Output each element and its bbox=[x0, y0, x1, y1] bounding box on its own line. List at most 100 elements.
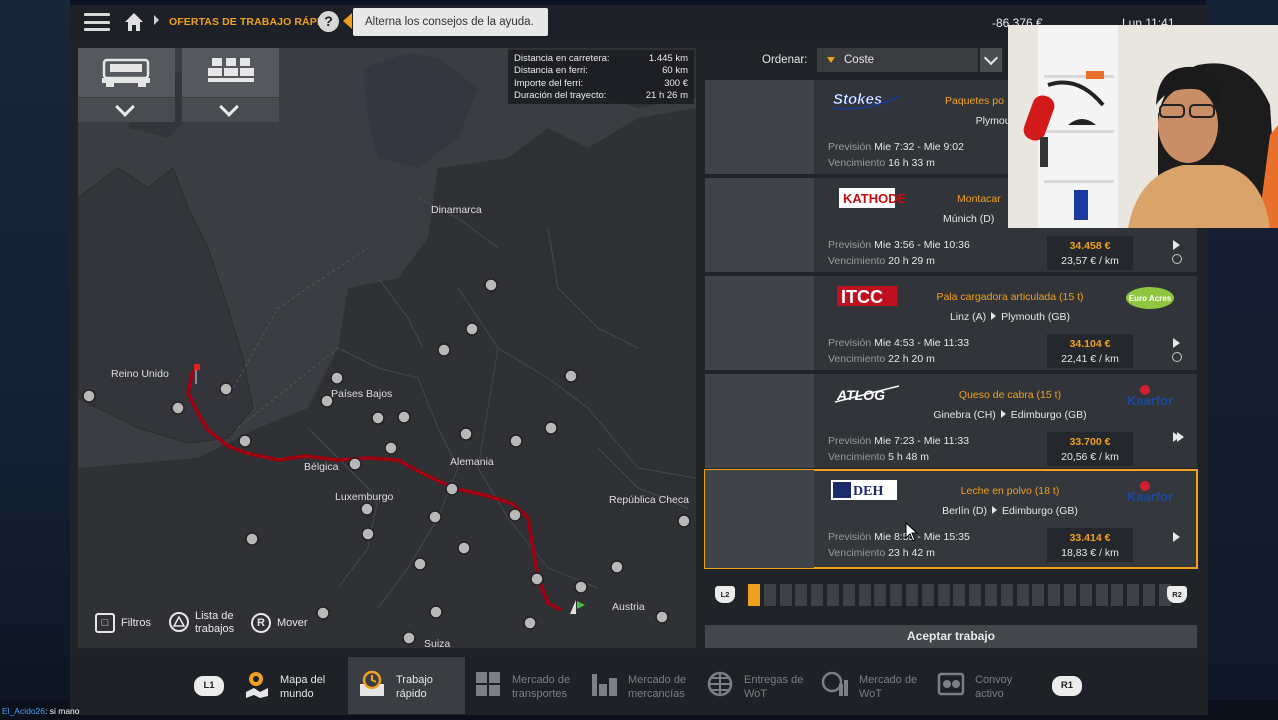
forecast-value: Mie 3:56 - Mie 10:36 bbox=[874, 239, 970, 251]
pager-segment[interactable] bbox=[1127, 584, 1140, 606]
sort-dropdown-chevron-icon[interactable] bbox=[980, 48, 1002, 72]
job-offer-selected[interactable]: DEH Leche en polvo (18 t) Berlín (D) Edim… bbox=[704, 469, 1198, 569]
breadcrumb-arrow-icon bbox=[154, 15, 159, 25]
pager-segment[interactable] bbox=[1032, 584, 1045, 606]
chevron-down-icon bbox=[115, 97, 135, 117]
nav-next-key[interactable]: R1 bbox=[1052, 676, 1082, 696]
pager-segment[interactable] bbox=[842, 584, 855, 606]
convoy-icon bbox=[937, 672, 965, 696]
pager-segment[interactable] bbox=[1111, 584, 1124, 606]
job-offer[interactable]: ATLOG Queso de cabra (15 t) Ginebra (CH)… bbox=[705, 374, 1197, 468]
nav-wot-market[interactable]: Mercado de WoT bbox=[821, 657, 931, 714]
pager-segment[interactable] bbox=[748, 584, 760, 606]
pager-segment[interactable] bbox=[1064, 584, 1076, 606]
route-info-value: 60 km bbox=[662, 65, 688, 77]
job-forecast: Previsión Mie 4:53 - Mie 11:33 bbox=[828, 337, 969, 349]
nav-label-line1: Trabajo bbox=[396, 674, 433, 686]
svg-text:DEH: DEH bbox=[853, 484, 883, 499]
pager-segment[interactable] bbox=[953, 584, 966, 606]
pager-prev-button[interactable]: L2 bbox=[715, 586, 735, 603]
pager-segment[interactable] bbox=[858, 584, 871, 606]
map-label-suiza: Suiza bbox=[424, 638, 451, 648]
filters-label[interactable]: Filtros bbox=[121, 617, 151, 629]
job-expiry: Vencimiento 5 h 48 m bbox=[828, 451, 929, 463]
nav-prev-key[interactable]: L1 bbox=[194, 676, 224, 696]
company-logo-kaarfor: Kaarfor bbox=[1127, 385, 1173, 408]
hamburger-menu-icon[interactable] bbox=[84, 10, 110, 34]
trailer-view-button[interactable] bbox=[182, 48, 279, 122]
trailer-icon bbox=[208, 58, 254, 82]
play-icon[interactable] bbox=[1173, 532, 1180, 542]
job-forecast: Previsión Mie 3:56 - Mie 10:36 bbox=[828, 239, 970, 251]
help-button[interactable]: ? bbox=[318, 11, 339, 32]
job-expiry: Vencimiento 16 h 33 m bbox=[828, 157, 935, 169]
pager-segment[interactable] bbox=[906, 584, 918, 606]
home-icon[interactable] bbox=[122, 10, 146, 34]
nav-label-line2: rápido bbox=[396, 688, 427, 700]
job-route: Linz (A) Plymouth (GB) bbox=[905, 311, 1115, 323]
truck-view-dropdown[interactable] bbox=[78, 97, 175, 122]
cargo-thumbnail bbox=[705, 80, 814, 174]
pager-next-button[interactable]: R2 bbox=[1167, 586, 1187, 603]
nav-freight-market[interactable]: Mercado de transportes bbox=[474, 657, 584, 714]
pager-segment[interactable] bbox=[985, 584, 997, 606]
job-cargo: Paquetes po bbox=[945, 95, 1004, 107]
play-icon[interactable] bbox=[1173, 240, 1180, 250]
pager-segment[interactable] bbox=[763, 584, 776, 606]
play-icon[interactable] bbox=[1173, 338, 1180, 348]
pager-segment[interactable] bbox=[890, 584, 903, 606]
expiry-value: 16 h 33 m bbox=[888, 157, 935, 169]
nav-world-map[interactable]: Mapa del mundo bbox=[242, 657, 342, 714]
job-list-triangle-icon[interactable] bbox=[169, 612, 189, 632]
job-price-per-km: 20,56 € / km bbox=[1061, 451, 1119, 463]
pager-segment[interactable] bbox=[874, 584, 887, 606]
pager-segment[interactable] bbox=[1016, 584, 1029, 606]
nav-label-line1: Mercado de bbox=[512, 674, 571, 686]
job-list-label[interactable]: Lista de trabajos bbox=[195, 610, 234, 636]
map-label-luxemburgo: Luxemburgo bbox=[335, 491, 394, 503]
pager-segment[interactable] bbox=[1048, 584, 1061, 606]
help-tooltip: Alterna los consejos de la ayuda. bbox=[353, 8, 548, 36]
stream-chat-message: El_Acido26: si mano bbox=[2, 706, 80, 716]
job-expiry: Vencimiento 22 h 20 m bbox=[828, 353, 935, 365]
forecast-label: Previsión bbox=[828, 531, 872, 543]
expiry-value: 5 h 48 m bbox=[888, 451, 929, 463]
nav-label-line2: WoT bbox=[744, 688, 768, 700]
pager-segment[interactable] bbox=[827, 584, 839, 606]
route-info-value: 300 € bbox=[664, 77, 688, 89]
sort-select[interactable]: Coste bbox=[817, 48, 978, 72]
move-button-icon[interactable]: R bbox=[251, 613, 271, 633]
job-to: Edimburgo (GB) bbox=[1010, 409, 1087, 421]
pager-segment[interactable] bbox=[937, 584, 950, 606]
job-from: Múnich (D) bbox=[943, 213, 995, 225]
pager-segment[interactable] bbox=[811, 584, 824, 606]
pager-segment[interactable] bbox=[779, 584, 792, 606]
pager-segment[interactable] bbox=[1000, 584, 1013, 606]
pager-segment[interactable] bbox=[921, 584, 934, 606]
nav-active-convoy[interactable]: Convoy activo bbox=[937, 657, 1037, 714]
company-logo-kathode: KATHODE bbox=[839, 188, 905, 208]
map-label-republica-checa: República Checa bbox=[609, 494, 689, 506]
job-offer[interactable]: ITCC Pala cargadora articulada (15 t) Li… bbox=[705, 276, 1197, 370]
job-price-box: 34.104 € 22,41 € / km bbox=[1047, 334, 1133, 368]
pager-segment[interactable] bbox=[969, 584, 982, 606]
nav-quick-job-label: Trabajo rápido bbox=[396, 673, 433, 701]
trailer-view-dropdown[interactable] bbox=[182, 97, 279, 122]
pager-segment[interactable] bbox=[1079, 584, 1092, 606]
nav-quick-job[interactable]: Trabajo rápido bbox=[358, 657, 463, 714]
pager-segment[interactable] bbox=[1095, 584, 1108, 606]
pager-segment[interactable] bbox=[1143, 584, 1155, 606]
expiry-value: 23 h 42 m bbox=[888, 547, 935, 559]
job-route: Ginebra (CH) Edimburgo (GB) bbox=[905, 409, 1115, 421]
truck-view-button[interactable] bbox=[78, 48, 175, 122]
nav-cargo-market[interactable]: Mercado de mercancías bbox=[590, 657, 700, 714]
move-label[interactable]: Mover bbox=[277, 617, 308, 629]
background-left bbox=[0, 0, 70, 720]
nav-wot-deliveries[interactable]: Entregas de WoT bbox=[706, 657, 816, 714]
job-route: Múnich (D) bbox=[943, 213, 994, 225]
job-from: Linz (A) bbox=[949, 311, 987, 323]
accept-job-button[interactable]: Aceptar trabajo bbox=[705, 625, 1197, 648]
filters-button-icon[interactable]: □ bbox=[95, 613, 115, 633]
pager-segment[interactable] bbox=[795, 584, 808, 606]
world-map[interactable]: Dinamarca Reino Unido Países Bajos Bélgi… bbox=[78, 48, 696, 648]
